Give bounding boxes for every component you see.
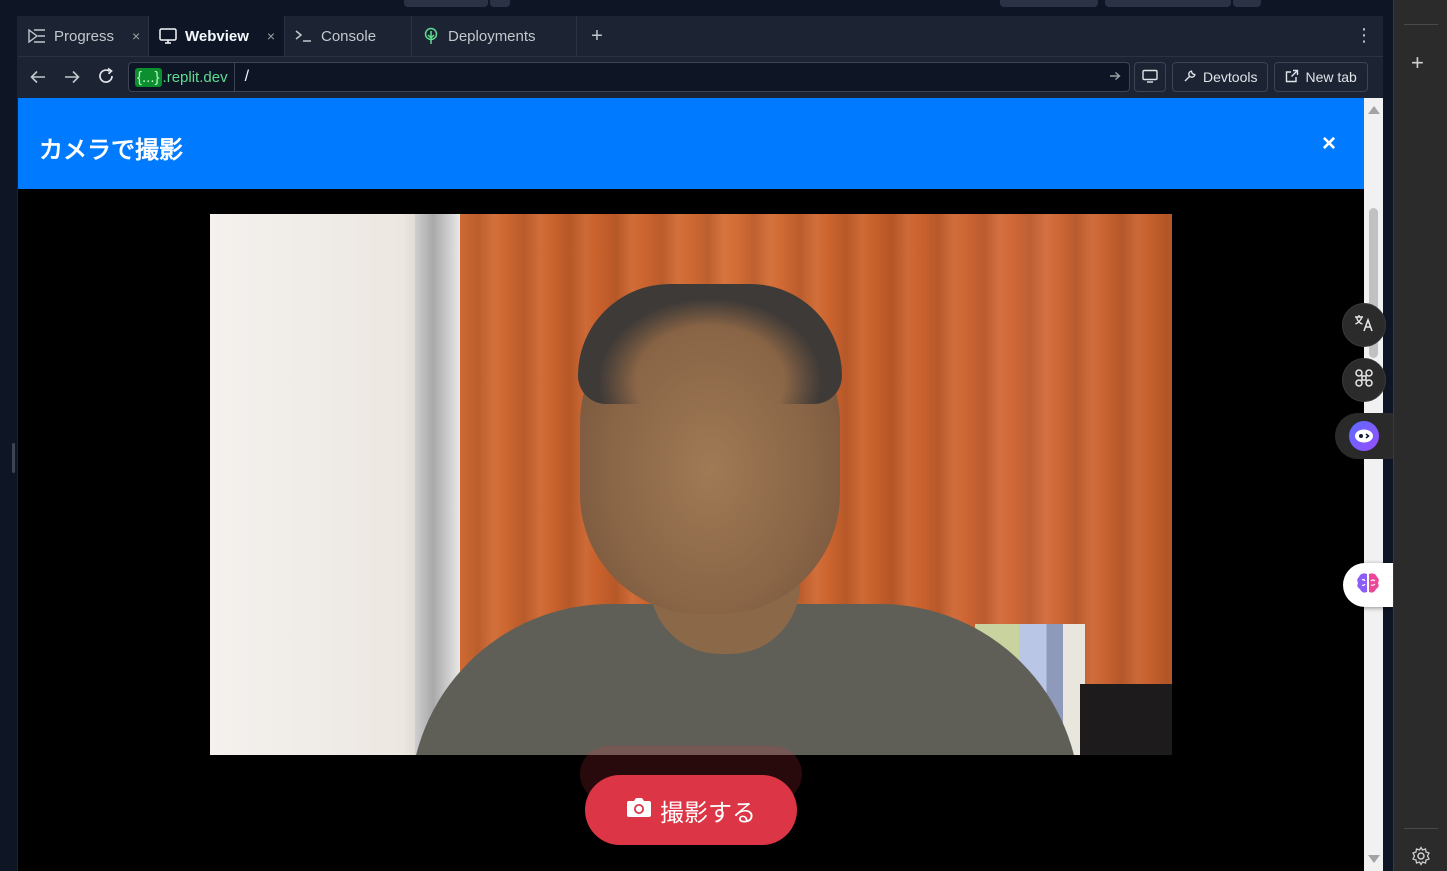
more-options-icon[interactable]: ⋮ — [1355, 26, 1373, 44]
devtools-button[interactable]: Devtools — [1172, 62, 1269, 92]
divider — [1404, 24, 1438, 25]
top-strip-tab[interactable] — [1000, 0, 1098, 7]
capture-label: 撮影する — [660, 799, 756, 827]
ai-sidebar-button[interactable] — [1343, 563, 1393, 607]
scroll-down-icon[interactable] — [1368, 855, 1380, 863]
camera-icon — [626, 796, 652, 825]
devtools-label: Devtools — [1203, 69, 1258, 85]
plus-icon[interactable]: + — [1411, 52, 1424, 74]
assistant-tab[interactable] — [1335, 413, 1393, 459]
back-button[interactable] — [21, 62, 55, 94]
top-strip-tab[interactable] — [404, 0, 488, 7]
command-button[interactable] — [1342, 358, 1386, 402]
scroll-up-icon[interactable] — [1368, 106, 1380, 114]
reload-button[interactable] — [89, 62, 123, 94]
person-hair — [578, 284, 842, 404]
deployments-icon — [422, 27, 440, 45]
go-arrow-icon[interactable] — [1109, 68, 1121, 84]
tab-console[interactable]: Console — [285, 16, 412, 56]
plus-icon: + — [591, 24, 603, 47]
top-strip-tab[interactable] — [490, 0, 510, 7]
close-icon[interactable]: × — [132, 28, 140, 44]
brain-icon — [1355, 571, 1381, 600]
desk — [1080, 684, 1172, 755]
modal-header: カメラで撮影 × — [18, 98, 1364, 189]
arrow-left-icon — [30, 68, 46, 89]
top-strip-tab[interactable] — [1233, 0, 1261, 7]
webview-panel: Progress × Webview × Console Deployments… — [18, 16, 1383, 871]
url-path[interactable]: / — [235, 68, 249, 86]
modal-title: カメラで撮影 — [39, 137, 183, 164]
command-icon — [1354, 368, 1374, 393]
tab-label: Webview — [185, 27, 249, 45]
new-tab-label: New tab — [1305, 69, 1357, 85]
screen: Progress × Webview × Console Deployments… — [0, 0, 1447, 871]
tab-webview[interactable]: Webview × — [149, 16, 285, 56]
window-frame — [415, 214, 460, 755]
monitor-icon — [159, 28, 177, 44]
progress-icon — [28, 29, 46, 43]
tab-deployments[interactable]: Deployments — [412, 16, 577, 56]
close-icon[interactable]: × — [1322, 132, 1336, 156]
forward-button[interactable] — [55, 62, 89, 94]
tab-label: Deployments — [448, 27, 536, 45]
camera-preview — [210, 214, 1172, 755]
divider — [1404, 828, 1438, 829]
address-field[interactable]: {...} .replit.dev / — [128, 62, 1130, 92]
close-icon[interactable]: × — [267, 28, 275, 44]
vertical-scrollbar[interactable] — [1364, 98, 1383, 871]
add-tab-button[interactable]: + — [577, 16, 617, 56]
webview-content: カメラで撮影 × 撮影する — [18, 98, 1364, 871]
url-bar: {...} .replit.dev / Devtools New tab — [18, 58, 1383, 98]
domain-suffix: .replit.dev — [162, 68, 228, 86]
device-preview-button[interactable] — [1134, 62, 1166, 92]
url-bar-actions: Devtools New tab — [1134, 62, 1368, 92]
right-rail: + — [1393, 0, 1447, 871]
external-link-icon — [1285, 69, 1299, 86]
top-strip — [0, 0, 1393, 16]
terminal-icon — [295, 29, 313, 43]
tab-label: Progress — [54, 27, 115, 45]
translate-icon — [1354, 314, 1374, 337]
tab-label: Console — [321, 27, 377, 45]
top-strip-tab[interactable] — [1105, 0, 1231, 7]
resize-handle[interactable] — [12, 443, 15, 473]
domain-braces: {...} — [135, 67, 162, 87]
translate-button[interactable] — [1342, 303, 1386, 347]
capture-button[interactable]: 撮影する — [585, 775, 797, 845]
tab-bar: Progress × Webview × Console Deployments… — [18, 16, 1383, 57]
tab-progress[interactable]: Progress × — [18, 16, 149, 56]
left-gutter — [0, 16, 18, 871]
gear-icon[interactable] — [1411, 846, 1431, 871]
assistant-icon — [1349, 421, 1379, 451]
new-tab-button[interactable]: New tab — [1274, 62, 1368, 92]
arrow-right-icon — [64, 68, 80, 89]
domain-badge[interactable]: {...} .replit.dev — [129, 63, 235, 91]
screen-icon — [1142, 69, 1158, 86]
reload-icon — [97, 67, 115, 90]
wrench-icon — [1183, 69, 1197, 86]
